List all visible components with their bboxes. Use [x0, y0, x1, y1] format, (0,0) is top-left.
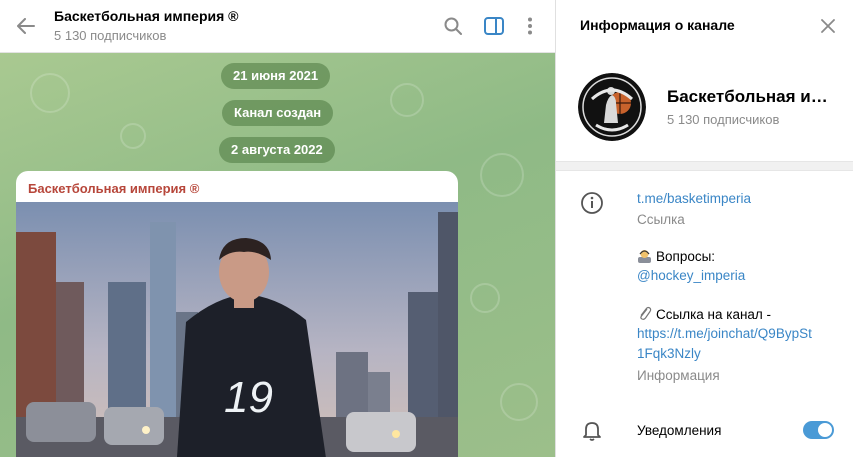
arrow-left-icon — [17, 18, 35, 34]
section-separator — [556, 161, 853, 171]
background-pattern — [500, 383, 538, 421]
close-button[interactable] — [815, 13, 841, 39]
sidebar-toggle-icon — [484, 17, 504, 35]
search-button[interactable] — [440, 13, 466, 39]
paperclip-emoji — [637, 306, 652, 321]
chat-pane: Баскетбольная империя ® 5 130 подписчико… — [0, 0, 555, 457]
service-message-pill: Канал создан — [222, 100, 334, 126]
channel-avatar[interactable] — [578, 73, 646, 141]
date-pill: 21 июня 2021 — [221, 63, 331, 89]
message-bubble[interactable]: Баскетбольная империя ® 19 — [16, 171, 458, 457]
invite-line: Ссылка на канал - — [637, 306, 771, 322]
more-vertical-icon — [528, 17, 532, 35]
background-pattern — [390, 83, 424, 117]
chat-subscriber-count: 5 130 подписчиков — [54, 28, 167, 43]
invite-link-line-2[interactable]: 1Fqk3Nzly — [637, 346, 701, 361]
bell-icon — [580, 418, 604, 442]
chat-header: Баскетбольная империя ® 5 130 подписчико… — [0, 0, 555, 53]
close-icon — [821, 19, 835, 33]
notifications-label: Уведомления — [637, 423, 722, 438]
questions-label: Вопросы: — [656, 249, 716, 264]
info-icon — [580, 191, 604, 215]
panel-title: Информация о канале — [580, 17, 735, 33]
invite-link-line-1[interactable]: https://t.me/joinchat/Q9BypSt — [637, 326, 812, 341]
background-pattern — [120, 123, 146, 149]
channel-link-caption: Ссылка — [637, 212, 685, 227]
message-author[interactable]: Баскетбольная империя ® — [28, 181, 199, 196]
jersey-number: 19 — [224, 373, 273, 422]
background-pattern — [470, 283, 500, 313]
background-pattern — [30, 73, 70, 113]
sidebar-toggle-button[interactable] — [481, 13, 507, 39]
questions-contact-link[interactable]: @hockey_imperia — [637, 268, 745, 283]
notifications-toggle[interactable] — [803, 421, 834, 439]
channel-name: Баскетбольная империя ® — [667, 87, 837, 106]
invite-label: Ссылка на канал - — [656, 307, 772, 322]
channel-subscriber-count: 5 130 подписчиков — [667, 112, 780, 127]
channel-info-panel: Информация о канале Баскетбольная импери… — [556, 0, 853, 457]
message-photo[interactable]: 19 — [16, 202, 458, 457]
search-icon — [444, 17, 462, 35]
channel-logo — [578, 73, 646, 141]
background-pattern — [480, 153, 524, 197]
channel-link[interactable]: t.me/basketimperia — [637, 191, 751, 206]
chat-title[interactable]: Баскетбольная империя ® — [54, 8, 239, 24]
photo-image: 19 — [16, 202, 458, 457]
toggle-knob — [817, 422, 833, 438]
questions-line: Вопросы: — [637, 248, 715, 264]
date-pill: 2 августа 2022 — [219, 137, 335, 163]
info-caption: Информация — [637, 368, 720, 383]
back-button[interactable] — [12, 13, 40, 39]
more-button[interactable] — [517, 13, 543, 39]
support-agent-emoji — [637, 248, 652, 263]
